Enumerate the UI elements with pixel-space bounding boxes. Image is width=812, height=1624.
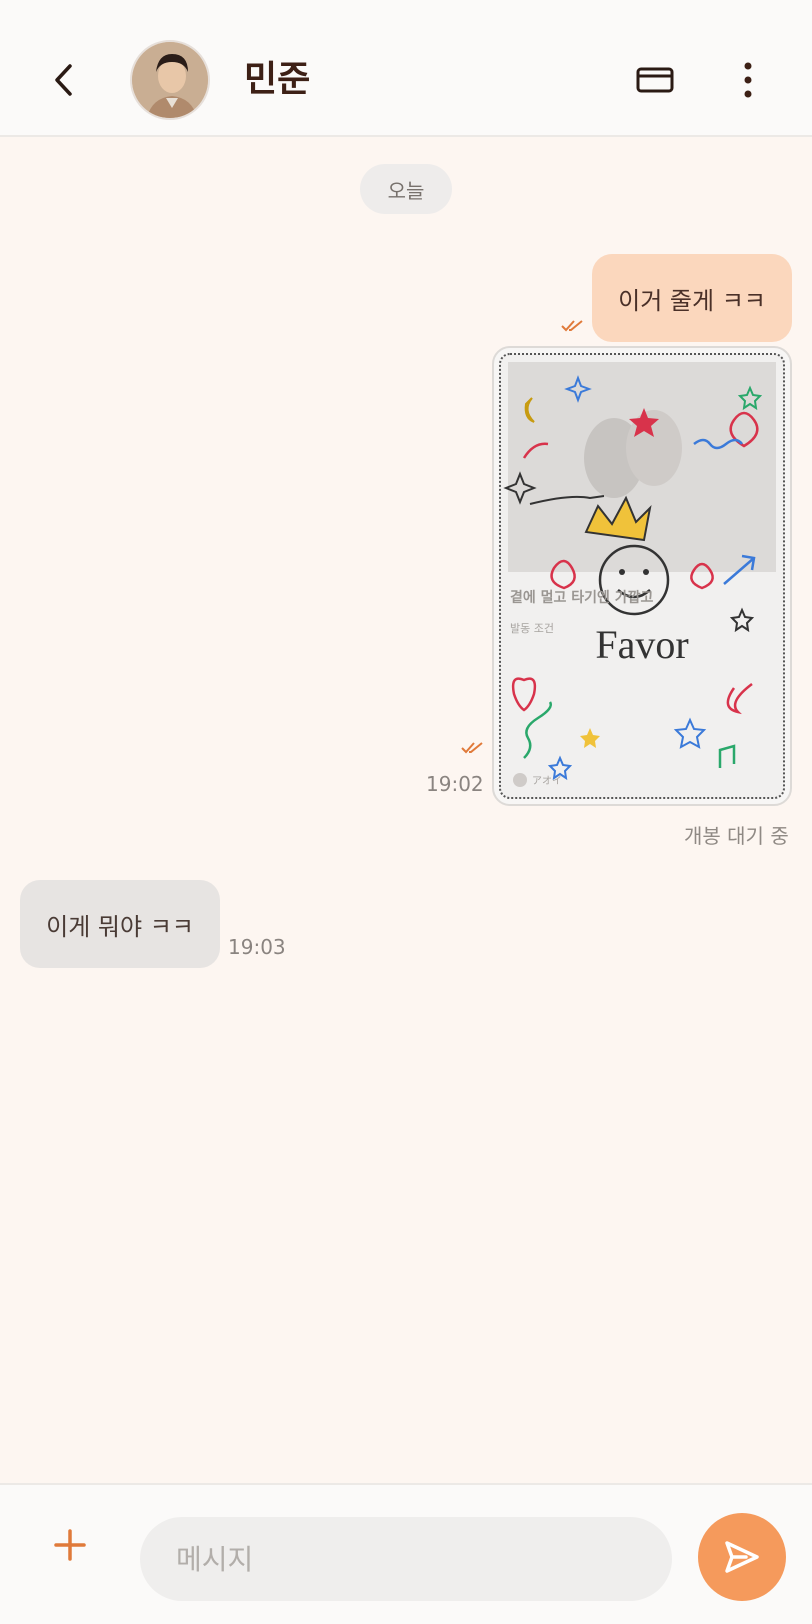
more-button[interactable] [728, 58, 768, 102]
contact-name: 민준 [244, 59, 311, 100]
back-button[interactable] [44, 55, 84, 105]
more-vertical-icon [744, 62, 752, 98]
gift-card-heading: 곁에 멀고 타기엔 가깝고 [510, 589, 654, 606]
incoming-message-bubble[interactable]: 이게 뭐야 ㅋㅋ [20, 880, 220, 968]
outgoing-message-bubble[interactable]: 이거 줄게 ㅋㅋ [592, 254, 792, 342]
message-input[interactable] [140, 1517, 672, 1601]
send-icon [725, 1541, 759, 1573]
date-chip: 오늘 [360, 164, 452, 214]
gift-card-sub: 발동 조건 [510, 622, 554, 635]
avatar-image [132, 42, 208, 118]
read-check-icon [560, 318, 586, 339]
read-check-icon [460, 740, 486, 761]
composer-bar [0, 1483, 812, 1624]
chat-header: 민준 [0, 0, 812, 137]
message-time: 19:02 [426, 772, 484, 796]
send-button[interactable] [698, 1513, 786, 1601]
avatar[interactable] [130, 40, 210, 120]
attach-button[interactable] [50, 1525, 90, 1565]
card-icon [636, 67, 674, 93]
gift-card-author: アオイ [532, 775, 562, 787]
gift-status: 개봉 대기 중 [684, 824, 789, 848]
gift-card[interactable]: Favor 곁에 멀고 타기엔 가깝고 발동 조건 アオイ [492, 346, 792, 806]
plus-icon [54, 1529, 86, 1561]
gift-title: Favor [595, 622, 688, 667]
card-button[interactable] [634, 60, 678, 100]
message-time: 19:03 [228, 935, 286, 959]
gift-card-art: Favor 곁에 멀고 타기엔 가깝고 발동 조건 アオイ [499, 353, 785, 799]
chevron-left-icon [55, 64, 72, 96]
